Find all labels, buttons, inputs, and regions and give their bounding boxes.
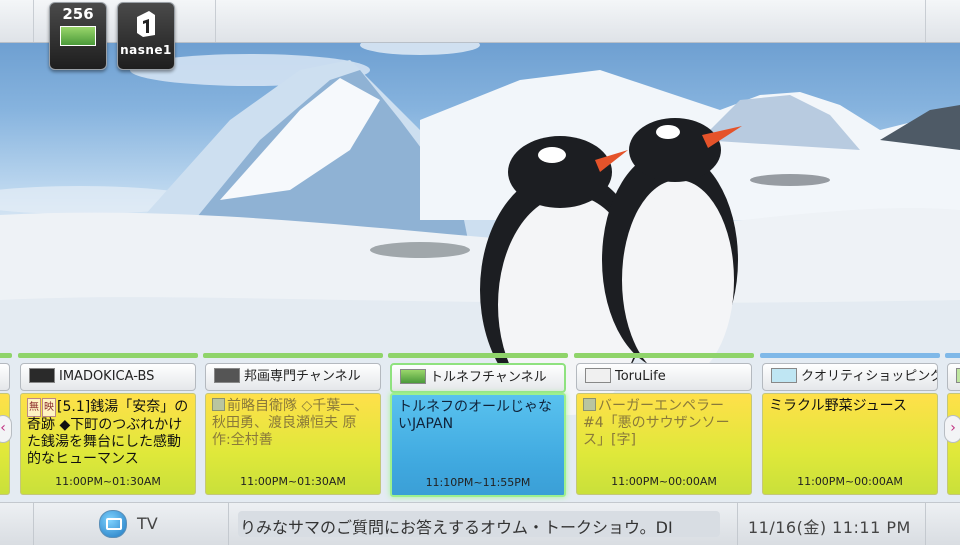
program-card-imadokica[interactable]: IMADOKICA-BS 無映 [5.1]銭湯「安奈」の奇跡 ◆下町のつぶれかけた… bbox=[18, 353, 198, 495]
channel-bar bbox=[388, 353, 568, 358]
channel-bar bbox=[18, 353, 198, 358]
imadokica-logo-icon bbox=[29, 368, 55, 383]
program-time: 11:00PM~00:00AM bbox=[611, 475, 717, 488]
ticker-text: りみなサマのご質問にお答えするオウム・トークショウ。DI bbox=[240, 518, 673, 537]
program-title: トルネフのオールじゃないJAPAN bbox=[398, 399, 552, 432]
program-body: 無映 [5.1]銭湯「安奈」の奇跡 ◆下町のつぶれかけた銭湯を舞台にした感動的なヒ… bbox=[20, 393, 196, 495]
program-icon bbox=[583, 398, 596, 411]
program-body: バーガーエンペラー #4「悪のサウザンソース」[字] 11:00PM~00:00… bbox=[576, 393, 752, 495]
channel-bar bbox=[203, 353, 383, 358]
channel-name: ToruLife bbox=[615, 369, 666, 384]
channel-name: IMADOKICA-BS bbox=[59, 369, 155, 384]
program-guide-strip: IMADOKICA-BS 無映 [5.1]銭湯「安奈」の奇跡 ◆下町のつぶれかけた… bbox=[0, 353, 960, 500]
clock: 11/16(金) 11:11 PM bbox=[748, 518, 911, 537]
tag-badge: 映 bbox=[42, 398, 56, 417]
bottom-bar: TV りみなサマのご質問にお答えするオウム・トークショウ。DI 11/16(金)… bbox=[0, 502, 960, 545]
tag-badge: 無 bbox=[27, 398, 41, 417]
program-title: 無映 [5.1]銭湯「安奈」の奇跡 ◆下町のつぶれかけた銭湯を舞台にした感動的なヒ… bbox=[27, 398, 189, 468]
program-time: 11:00PM~01:30AM bbox=[55, 475, 161, 488]
source-label[interactable]: TV bbox=[137, 514, 158, 533]
program-card-quality-shopping[interactable]: クオリティショッピング ミラクル野菜ジュース 11:00PM~00:00AM bbox=[760, 353, 940, 495]
channel-logo-icon bbox=[60, 26, 96, 46]
program-text: バーガーエンペラー #4「悪のサウザンソース」[字] bbox=[583, 398, 730, 448]
channel-header: トルネフチャンネル bbox=[390, 363, 566, 393]
program-time: 11:00PM~01:30AM bbox=[240, 475, 346, 488]
program-title: ミラクル野菜ジュース bbox=[769, 398, 907, 414]
channel-tile-256[interactable]: 256 bbox=[49, 2, 107, 70]
nasne-label: nasne1 bbox=[120, 43, 172, 57]
program-body: トルネフのオールじゃないJAPAN 11:10PM~11:55PM bbox=[390, 393, 566, 497]
tv-icon[interactable] bbox=[99, 510, 127, 538]
channel-bar bbox=[574, 353, 754, 358]
program-time: 11:00PM~00:00AM bbox=[797, 475, 903, 488]
quality-shopping-logo-icon bbox=[771, 368, 797, 383]
program-time: 11:10PM~11:55PM bbox=[425, 476, 531, 489]
channel-header: IMADOKICA-BS bbox=[20, 363, 196, 391]
scroll-left-arrow-icon[interactable]: ‹ bbox=[0, 415, 12, 443]
program-card-torunef-selected[interactable]: トルネフチャンネル トルネフのオールじゃないJAPAN 11:10PM~11:5… bbox=[388, 353, 568, 497]
program-text: 前略自衛隊 ◇千葉一、秋田勇、渡良瀬恒夫 原作:全村善 bbox=[212, 398, 369, 448]
torulife-logo-icon bbox=[585, 368, 611, 383]
nasne-tile[interactable]: nasne1 bbox=[117, 2, 175, 70]
program-title: 前略自衛隊 ◇千葉一、秋田勇、渡良瀬恒夫 原作:全村善 bbox=[212, 398, 374, 449]
nasne-logo-icon bbox=[137, 11, 155, 37]
hougasenmon-logo-icon bbox=[214, 368, 240, 383]
channel-header: ToruLife bbox=[576, 363, 752, 391]
program-card-torulife[interactable]: ToruLife バーガーエンペラー #4「悪のサウザンソース」[字] 11:0… bbox=[574, 353, 754, 495]
scroll-right-arrow-icon[interactable]: › bbox=[944, 415, 960, 443]
program-body: 前略自衛隊 ◇千葉一、秋田勇、渡良瀬恒夫 原作:全村善 11:00PM~01:3… bbox=[205, 393, 381, 495]
program-card-hougasenmon[interactable]: 邦画専門チャンネル 前略自衛隊 ◇千葉一、秋田勇、渡良瀬恒夫 原作:全村善 11… bbox=[203, 353, 383, 495]
channel-header: クオリティショッピング bbox=[762, 363, 938, 391]
program-icon bbox=[212, 398, 225, 411]
channel-name: トルネフチャンネル bbox=[430, 370, 547, 385]
program-body: ミラクル野菜ジュース 11:00PM~00:00AM bbox=[762, 393, 938, 495]
program-title: バーガーエンペラー #4「悪のサウザンソース」[字] bbox=[583, 398, 745, 449]
channel-number: 256 bbox=[62, 5, 94, 23]
channel-header: 邦画専門チャンネル bbox=[205, 363, 381, 391]
program-ticker: りみなサマのご質問にお答えするオウム・トークショウ。DI bbox=[238, 511, 720, 537]
channel-name: クオリティショッピング bbox=[801, 369, 938, 384]
channel-bar bbox=[760, 353, 940, 358]
torunef-logo-icon bbox=[400, 369, 426, 384]
channel-name: 邦画専門チャンネル bbox=[244, 369, 361, 384]
